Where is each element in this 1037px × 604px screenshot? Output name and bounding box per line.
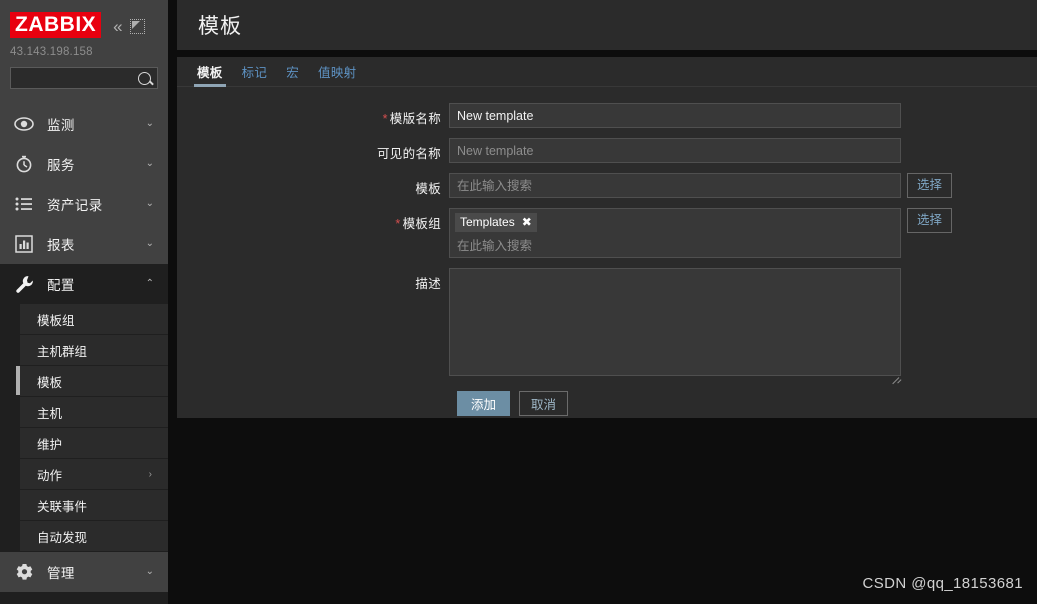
sidebar-search (0, 58, 168, 89)
header-divider (177, 50, 1037, 57)
sidebar-controls: « (113, 18, 145, 35)
tab-template[interactable]: 模板 (194, 62, 226, 87)
sidebar-item-configuration[interactable]: 配置 ⌃ (0, 264, 168, 304)
tab-macros[interactable]: 宏 (286, 62, 299, 86)
sidebar-item-label: 管理 (47, 566, 75, 581)
sidebar-item-hosts[interactable]: 主机 (20, 397, 168, 428)
sidebar-item-label: 监测 (47, 118, 75, 133)
hide-sidebar-icon[interactable] (129, 18, 145, 34)
search-input[interactable] (11, 70, 138, 86)
sub-item-label: 主机群组 (37, 344, 88, 359)
field-row-visible-name: 可见的名称 (177, 138, 1037, 163)
templates-label: 模板 (415, 182, 441, 196)
sidebar-bottom: 管理 ⌄ (0, 552, 168, 592)
sub-item-label: 模板 (37, 375, 63, 390)
sub-item-label: 自动发现 (37, 530, 88, 545)
cancel-button[interactable]: 取消 (519, 391, 569, 416)
template-groups-placeholder[interactable]: 在此输入搜索 (455, 232, 895, 254)
eye-icon (13, 113, 35, 135)
chevron-down-icon: ⌄ (145, 118, 154, 129)
sidebar-item-templates[interactable]: 模板 (16, 366, 168, 397)
page-title: 模板 (198, 15, 242, 38)
chip-label: Templates (460, 215, 515, 229)
field-row-templates: 模板 选择 (177, 173, 1037, 198)
sub-item-label: 维护 (37, 437, 63, 452)
description-label: 描述 (415, 277, 441, 291)
description-wrapper (449, 268, 901, 381)
page-header: 模板 (177, 0, 1037, 50)
tab-tags[interactable]: 标记 (242, 62, 268, 86)
server-address: 43.143.198.158 (10, 46, 93, 58)
tab-label: 标记 (241, 66, 268, 80)
wrench-icon (13, 273, 35, 295)
sidebar-item-host-groups[interactable]: 主机群组 (20, 335, 168, 366)
visible-name-label: 可见的名称 (376, 147, 441, 161)
search-icon (138, 71, 151, 85)
sidebar-item-template-groups[interactable]: 模板组 (20, 304, 168, 335)
zabbix-app: ZABBIX « 43.143.198.158 监测 ⌄ 服务 ⌄ 资产记录 ⌄… (0, 0, 1037, 604)
collapse-sidebar-icon[interactable]: « (113, 18, 123, 35)
visible-name-input[interactable] (449, 138, 901, 163)
sub-item-label: 关联事件 (37, 499, 88, 514)
sidebar-item-monitoring[interactable]: 监测 ⌄ (0, 104, 168, 144)
field-row-template-name: * 模版名称 (177, 103, 1037, 128)
templates-input[interactable] (449, 173, 901, 198)
list-icon (13, 193, 35, 215)
gear-icon (13, 561, 35, 583)
sidebar-item-label: 服务 (47, 158, 75, 173)
chart-icon (13, 233, 35, 255)
tab-bar: 模板 标记 宏 值映射 (177, 57, 1037, 87)
chevron-right-icon: › (148, 468, 152, 480)
watermark: CSDN @qq_18153681 (862, 575, 1023, 592)
template-name-input[interactable] (449, 103, 901, 128)
sidebar-item-label: 报表 (47, 238, 75, 253)
template-groups-multiselect[interactable]: Templates ✖ 在此输入搜索 (449, 208, 901, 258)
sidebar-item-discovery[interactable]: 自动发现 (20, 521, 168, 552)
sidebar-nav: 监测 ⌄ 服务 ⌄ 资产记录 ⌄ 报表 ⌄ 配置 ⌃ 模板组 主机群组 模板 主… (0, 104, 168, 592)
form-actions: 添加 取消 (457, 391, 1037, 416)
sidebar-item-reports[interactable]: 报表 ⌄ (0, 224, 168, 264)
sub-item-label: 动作 (37, 468, 63, 483)
chip-remove-icon[interactable]: ✖ (522, 214, 532, 230)
sidebar-item-maintenance[interactable]: 维护 (20, 428, 168, 459)
chevron-down-icon: ⌄ (145, 238, 154, 249)
chevron-down-icon: ⌄ (145, 158, 154, 169)
field-row-template-groups: * 模板组 Templates ✖ 在此输入搜索 选择 (177, 208, 1037, 258)
field-row-description: 描述 (177, 268, 1037, 381)
sub-item-label: 主机 (37, 406, 63, 421)
chevron-down-icon: ⌄ (145, 198, 154, 209)
sidebar-item-correlation[interactable]: 关联事件 (20, 490, 168, 521)
sidebar-item-services[interactable]: 服务 ⌄ (0, 144, 168, 184)
configuration-submenu: 模板组 主机群组 模板 主机 维护 动作 › 关联事件 自动发现 (0, 304, 168, 552)
tab-label: 模板 (197, 66, 223, 80)
main-content: 模板 模板 标记 宏 值映射 * 模版名称 New template 可见的名称… (168, 0, 1037, 604)
description-textarea[interactable] (449, 268, 901, 376)
sidebar-item-inventory[interactable]: 资产记录 ⌄ (0, 184, 168, 224)
tab-value-mapping[interactable]: 值映射 (318, 62, 356, 86)
chip-templates[interactable]: Templates ✖ (455, 213, 537, 232)
search-box[interactable] (10, 67, 158, 89)
sub-item-label: 模板组 (37, 313, 75, 328)
template-groups-select-button[interactable]: 选择 (907, 208, 953, 233)
zabbix-logo[interactable]: ZABBIX (10, 12, 102, 38)
chevron-up-icon: ⌃ (145, 278, 154, 289)
required-asterisk: * (395, 217, 401, 231)
template-name-label: * 模版名称 (382, 112, 441, 126)
sidebar-item-administration[interactable]: 管理 ⌄ (0, 552, 168, 592)
template-groups-label: * 模板组 (395, 217, 441, 231)
required-asterisk: * (382, 112, 388, 126)
template-form: *模版名称 可见的名称 模板 选择 *模板组 Templates (177, 87, 1037, 418)
sidebar-item-actions[interactable]: 动作 › (20, 459, 168, 490)
stopwatch-icon (13, 153, 35, 175)
templates-select-button[interactable]: 选择 (907, 173, 953, 198)
sidebar-item-label: 配置 (47, 278, 75, 293)
tab-label: 宏 (286, 66, 300, 80)
sidebar: ZABBIX « 43.143.198.158 监测 ⌄ 服务 ⌄ 资产记录 ⌄… (0, 0, 168, 604)
sidebar-header: ZABBIX « 43.143.198.158 (0, 0, 168, 104)
add-button[interactable]: 添加 (457, 391, 511, 416)
chevron-down-icon: ⌄ (145, 566, 154, 577)
sidebar-item-label: 资产记录 (47, 198, 103, 213)
tab-label: 值映射 (318, 66, 357, 80)
logo-row: ZABBIX « (0, 0, 168, 40)
